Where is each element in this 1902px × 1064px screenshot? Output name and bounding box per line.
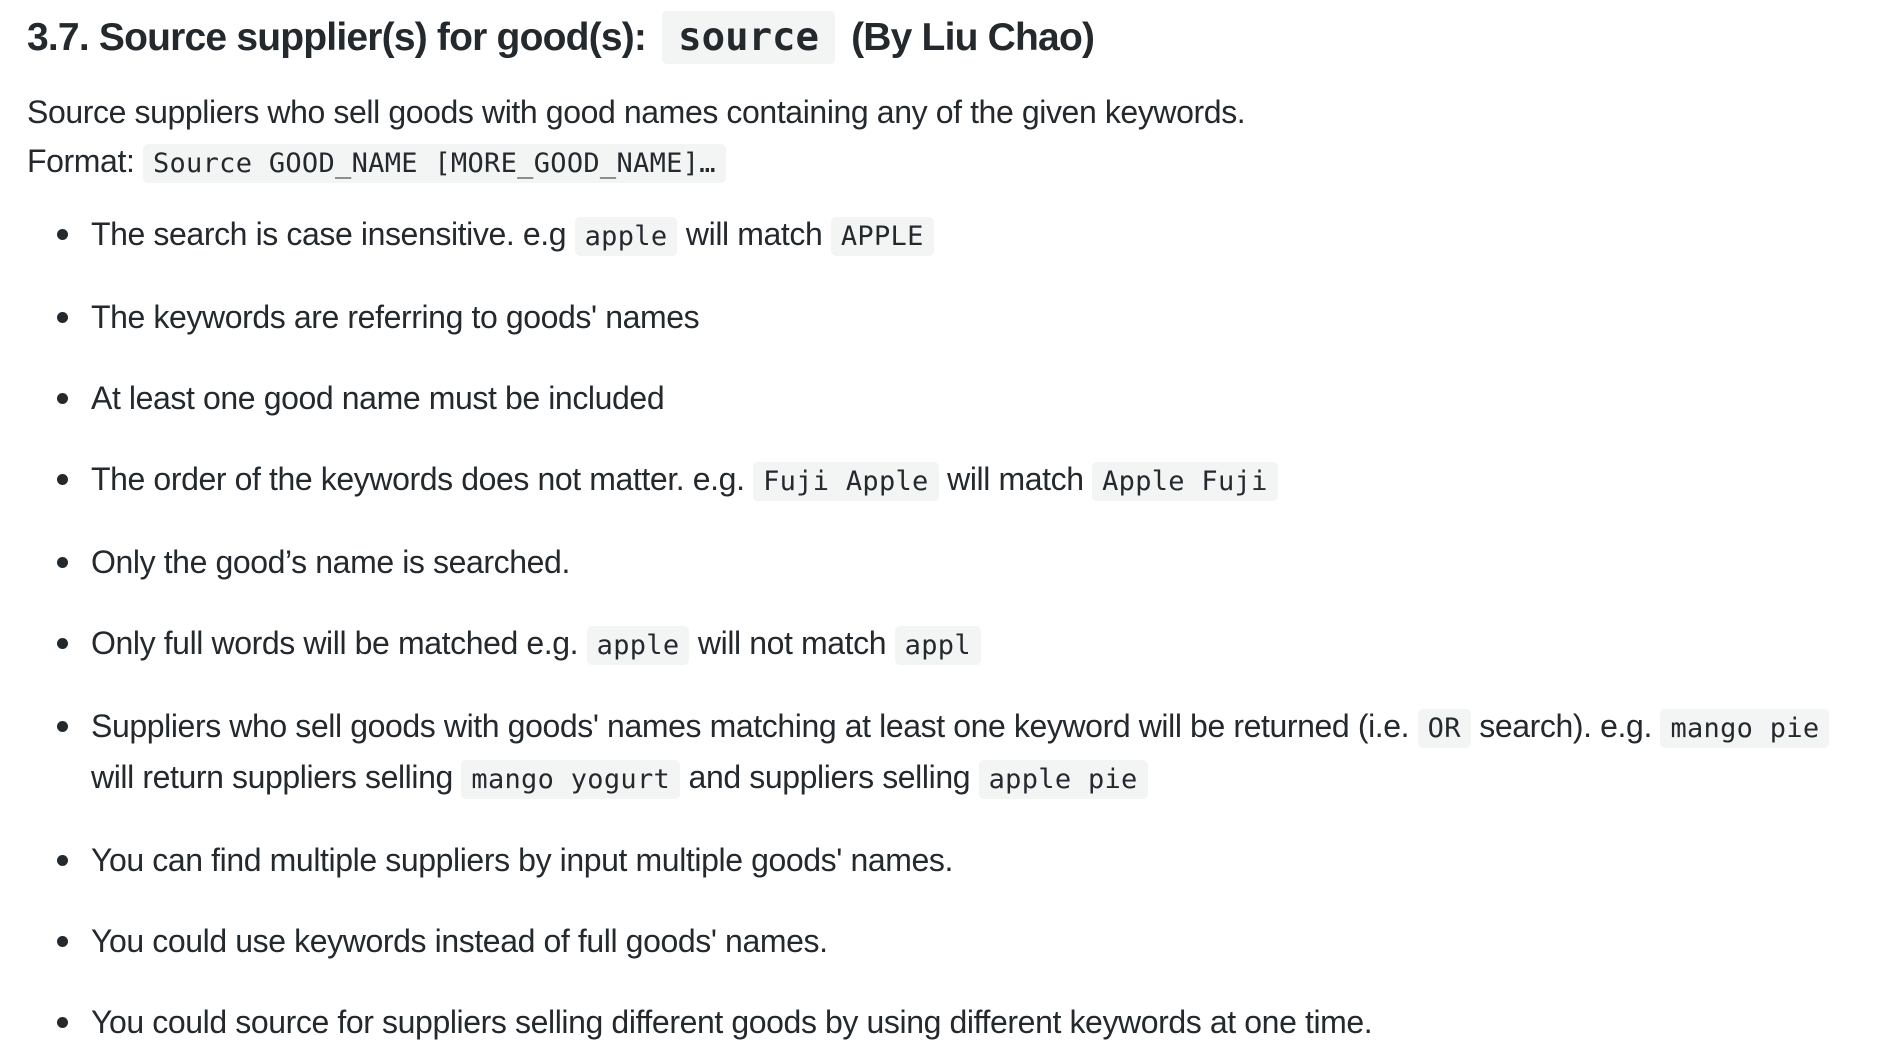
rule-text: will return suppliers selling [91,759,462,795]
rules-list: The search is case insensitive. e.g appl… [27,210,1902,1047]
rule-text: Only full words will be matched e.g. [91,625,587,661]
document-page: 3.7. Source supplier(s) for good(s): sou… [0,0,1902,1047]
section-description: Source suppliers who sell goods with goo… [27,88,1902,188]
rule-item: The keywords are referring to goods' nam… [57,293,1902,342]
bullet-icon [57,312,68,323]
inline-code: mango yogurt [461,760,681,799]
rule-item: The search is case insensitive. e.g appl… [57,210,1902,261]
rule-item: Suppliers who sell goods with goods' nam… [57,702,1902,804]
inline-code: OR [1417,709,1471,748]
rule-text: and suppliers selling [680,759,979,795]
inline-code: Fuji Apple [753,462,939,501]
rule-item: At least one good name must be included [57,374,1902,423]
bullet-icon [57,721,68,732]
format-code: Source GOOD_NAME [MORE_GOOD_NAME]… [142,144,726,183]
inline-code: apple [586,626,690,665]
bullet-icon [57,638,68,649]
inline-code: mango pie [1660,709,1830,748]
rule-text: At least one good name must be included [91,380,665,416]
rule-text: Only the good’s name is searched. [91,544,570,580]
inline-code: apple pie [978,760,1148,799]
rule-item: Only the good’s name is searched. [57,538,1902,587]
heading-author: (By Liu Chao) [841,16,1095,59]
rule-item: You could use keywords instead of full g… [57,917,1902,966]
rule-text: The keywords are referring to goods' nam… [91,299,700,335]
bullet-icon [57,936,68,947]
rule-text: search). e.g. [1470,708,1661,744]
inline-code: apple [574,217,678,256]
description-summary: Source suppliers who sell goods with goo… [27,94,1246,130]
rule-text: The order of the keywords does not matte… [91,461,754,497]
inline-code: appl [894,626,981,665]
rule-text: You can find multiple suppliers by input… [91,842,954,878]
format-label: Format: [27,143,143,179]
bullet-icon [57,855,68,866]
bullet-icon [57,557,68,568]
heading-prefix: 3.7. Source supplier(s) for good(s): [27,16,657,59]
inline-code: APPLE [830,217,934,256]
rule-text: will match [938,461,1093,497]
rule-text: The search is case insensitive. e.g [91,216,575,252]
rule-text: You could use keywords instead of full g… [91,923,828,959]
command-code: source [662,11,836,64]
bullet-icon [57,1017,68,1028]
rule-item: The order of the keywords does not matte… [57,455,1902,506]
bullet-icon [57,393,68,404]
rule-item: You could source for suppliers selling d… [57,998,1902,1047]
rule-text: will match [677,216,831,252]
inline-code: Apple Fuji [1092,462,1278,501]
rule-text: You could source for suppliers selling d… [91,1004,1373,1040]
section-heading: 3.7. Source supplier(s) for good(s): sou… [27,0,1902,66]
rule-item: Only full words will be matched e.g. app… [57,619,1902,670]
bullet-icon [57,229,68,240]
rule-text: will not match [689,625,895,661]
rule-text: Suppliers who sell goods with goods' nam… [91,708,1418,744]
bullet-icon [57,474,68,485]
rule-item: You can find multiple suppliers by input… [57,836,1902,885]
